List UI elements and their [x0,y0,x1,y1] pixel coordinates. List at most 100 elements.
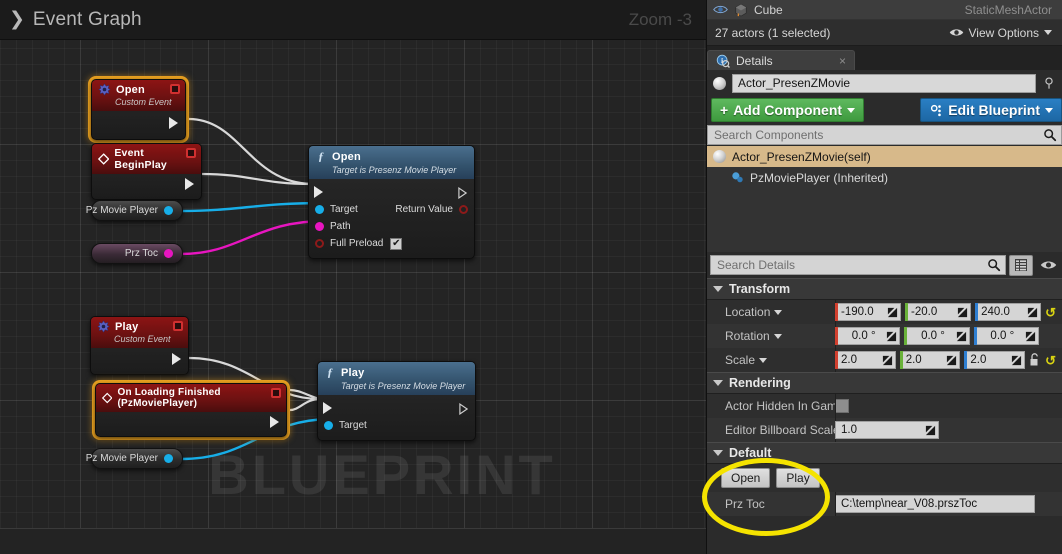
drag-handle-icon[interactable] [1027,307,1038,318]
reset-scale-icon[interactable]: ↺ [1045,354,1056,367]
actor-hidden-in-game-checkbox[interactable] [835,399,849,413]
drag-handle-icon[interactable] [957,307,968,318]
node-subtitle: Custom Event [115,97,172,107]
node-event-begin-play[interactable]: Event BeginPlay [91,143,202,200]
delegate-output-pin[interactable] [186,148,196,158]
section-header-default[interactable]: Default [707,442,1062,464]
property-control: 0.0 ° 0.0 ° 0.0 ° [835,327,1062,345]
lock-open-icon[interactable] [1029,353,1041,367]
delegate-output-pin[interactable] [271,388,281,398]
component-tree-empty-space [707,188,1062,250]
column-splitter [835,492,836,516]
exec-output-pin[interactable] [169,117,178,129]
location-z-field[interactable]: 240.0 [975,303,1042,321]
node-play-custom-event[interactable]: Play Custom Event [90,316,189,375]
scale-z-field[interactable]: 2.0 [964,351,1026,369]
add-component-button[interactable]: + Add Component [711,98,865,122]
column-splitter [835,394,836,418]
property-label: Editor Billboard Scale [725,423,835,437]
node-open-custom-event[interactable]: Open Custom Event [88,76,189,143]
node-var-prz-toc[interactable]: Prz Toc [91,243,183,264]
drag-handle-icon[interactable] [887,307,898,318]
scale-y-field[interactable]: 2.0 [899,351,961,369]
location-x-field[interactable]: -190.0 [835,303,902,321]
play-button[interactable]: Play [776,468,820,488]
node-play-function[interactable]: ƒ Play Target is Presenz Movie Player Ta… [317,361,476,441]
axis-color-y [905,303,909,321]
exec-input-pin[interactable] [323,402,332,414]
function-f-icon: ƒ [318,149,324,163]
value-text: -190.0 [841,306,874,318]
edit-blueprint-button[interactable]: Edit Blueprint [920,98,1062,122]
exec-input-pin[interactable] [314,186,323,198]
search-components-input[interactable]: Search Components [707,125,1062,145]
view-options-button[interactable]: View Options [949,26,1052,40]
variable-output-pin[interactable] [164,249,173,258]
full-preload-input-pin[interactable] [315,239,324,248]
drag-handle-icon[interactable] [946,355,957,366]
node-open-function[interactable]: ƒ Open Target is Presenz Movie Player Ta… [308,145,475,259]
node-header: Event BeginPlay [92,144,201,174]
chevron-down-icon[interactable] [759,357,768,363]
eye-icon[interactable] [713,4,728,15]
variable-label: Pz Movie Player [85,453,158,464]
reset-location-icon[interactable]: ↺ [1045,306,1056,319]
section-title: Default [729,446,772,460]
node-var-pz-movie-player-2[interactable]: Pz Movie Player [86,448,183,469]
drag-handle-icon[interactable] [1025,331,1036,342]
actor-name-field[interactable]: Actor_PresenZMovie [732,73,1036,93]
section-header-rendering[interactable]: Rendering [707,372,1062,394]
exec-output-pin[interactable] [172,353,181,365]
return-value-output-pin[interactable] [459,205,468,214]
full-preload-checkbox[interactable]: ✔ [390,237,403,250]
variable-node: Pz Movie Player [86,200,183,221]
target-input-pin[interactable] [324,421,333,430]
pin-icon[interactable]: ⚲ [1042,75,1056,91]
open-button[interactable]: Open [721,468,771,488]
drag-handle-icon[interactable] [956,331,967,342]
value-text: 0.0 ° [921,330,945,342]
node-header: Open Custom Event [92,80,185,111]
pin-label: Full Preload [330,238,384,249]
visibility-toggle-button[interactable] [1036,255,1060,276]
grid-view-button[interactable] [1009,254,1033,276]
prz-toc-field[interactable]: C:\temp\near_V08.prszToc [835,495,1035,513]
drag-handle-icon[interactable] [882,355,893,366]
event-graph-canvas[interactable]: BLUEPRINT Open Custom Event Event BeginP… [0,0,706,554]
drag-handle-icon[interactable] [886,331,897,342]
details-tabstrip: i Details × [707,46,1062,70]
section-header-transform[interactable]: Transform [707,278,1062,300]
outliner-row-cube[interactable]: Cube StaticMeshActor [707,0,1062,20]
chevron-right-icon[interactable]: ❯ [9,10,25,29]
close-icon[interactable]: × [839,54,846,68]
exec-output-pin[interactable] [270,416,279,428]
value-text: -20.0 [911,306,938,318]
scale-x-field[interactable]: 2.0 [835,351,896,369]
rotation-z-field[interactable]: 0.0 ° [973,327,1039,345]
drag-handle-icon[interactable] [1011,355,1022,366]
node-var-pz-movie-player-1[interactable]: Pz Movie Player [86,200,183,221]
chevron-down-icon[interactable] [774,309,783,315]
location-y-field[interactable]: -20.0 [905,303,972,321]
node-title: Open [116,83,145,96]
path-input-pin[interactable] [315,222,324,231]
variable-output-pin[interactable] [164,454,173,463]
search-details-input[interactable]: Search Details [710,255,1006,275]
node-subtitle: Custom Event [114,334,171,344]
rotation-y-field[interactable]: 0.0 ° [904,327,970,345]
tab-details[interactable]: i Details × [707,50,855,70]
delegate-output-pin[interactable] [170,84,180,94]
delegate-output-pin[interactable] [173,321,183,331]
target-input-pin[interactable] [315,205,324,214]
chevron-down-icon[interactable] [773,333,782,339]
node-title: Open [332,150,361,163]
editor-billboard-scale-field[interactable]: 1.0 [835,421,939,439]
variable-output-pin[interactable] [164,206,173,215]
drag-handle-icon[interactable] [925,425,936,436]
component-row-pzmovieplayer[interactable]: PzMoviePlayer (Inherited) [707,167,1062,188]
exec-output-pin[interactable] [185,178,194,190]
node-on-loading-finished[interactable]: On Loading Finished (PzMoviePlayer) [92,380,290,440]
component-row-self[interactable]: Actor_PresenZMovie(self) [707,146,1062,167]
rotation-x-field[interactable]: 0.0 ° [835,327,901,345]
property-label: Actor Hidden In Game [725,399,835,413]
